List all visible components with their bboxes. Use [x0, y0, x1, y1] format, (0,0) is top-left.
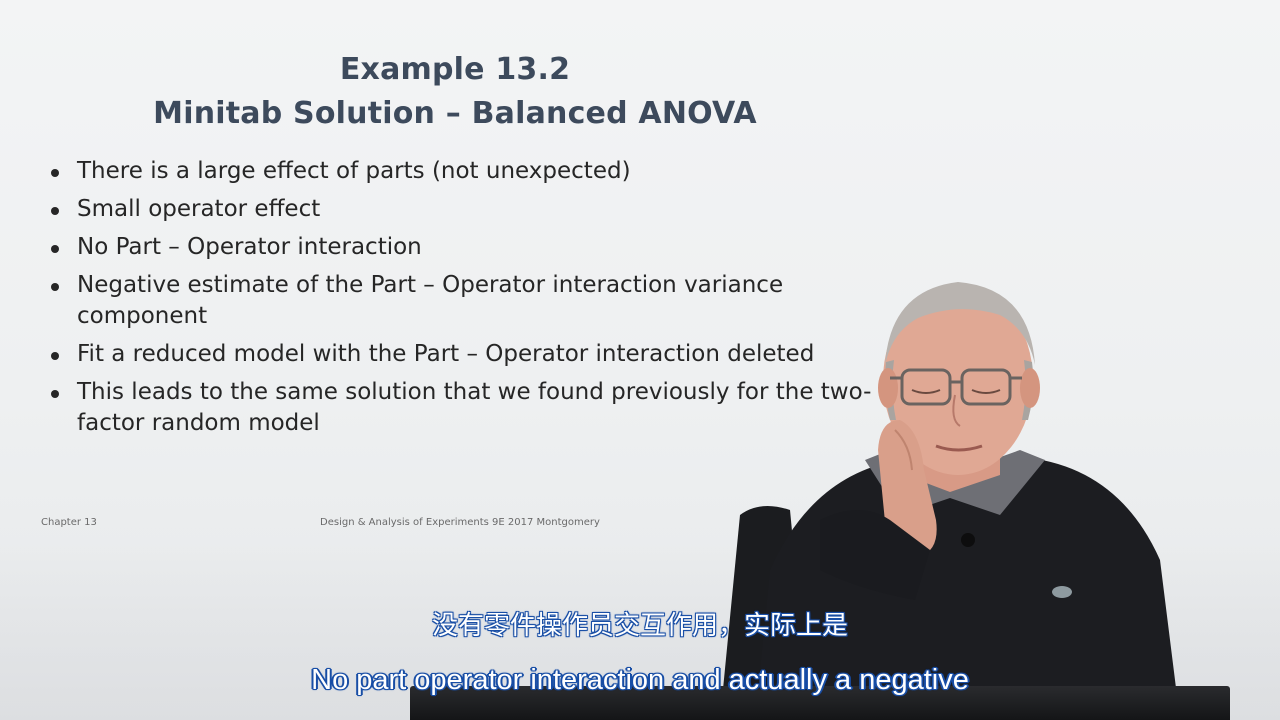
- slide-title: Example 13.2 Minitab Solution – Balanced…: [100, 48, 810, 136]
- presenter-video: [700, 270, 1280, 720]
- subtitle-chinese: 没有零件操作员交互作用，实际上是: [431, 611, 848, 641]
- slide-footer-chapter: Chapter 13: [41, 517, 97, 528]
- bullet-item: There is a large effect of parts (not un…: [48, 156, 888, 187]
- bullet-item: No Part – Operator interaction: [48, 232, 888, 263]
- slide-footer-copyright: Design & Analysis of Experiments 9E 2017…: [320, 517, 600, 528]
- video-frame: Example 13.2 Minitab Solution – Balanced…: [0, 0, 1280, 720]
- presenter-figure: [720, 282, 1180, 720]
- bullet-item: Small operator effect: [48, 194, 888, 225]
- slide-title-line-1: Example 13.2: [339, 52, 571, 87]
- subtitle-english: No part operator interaction and actuall…: [311, 664, 969, 696]
- slide-title-line-2: Minitab Solution – Balanced ANOVA: [153, 96, 757, 131]
